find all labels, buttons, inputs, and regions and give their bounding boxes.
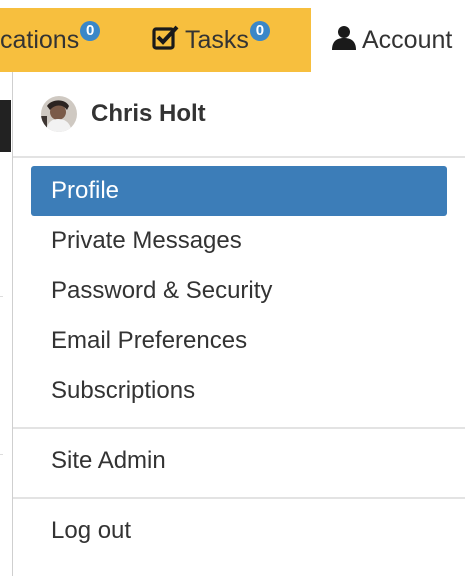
notifications-label: cations <box>0 25 80 54</box>
menu-item-subscriptions[interactable]: Subscriptions <box>31 366 447 416</box>
divider <box>13 156 465 158</box>
user-header[interactable]: Chris Holt <box>13 72 465 156</box>
user-icon <box>331 24 357 57</box>
background-divider <box>0 296 3 297</box>
user-name: Chris Holt <box>91 100 206 127</box>
menu-item-email-preferences[interactable]: Email Preferences <box>31 316 447 366</box>
menu-item-password-security[interactable]: Password & Security <box>31 266 447 316</box>
tasks-label: Tasks <box>185 25 249 54</box>
account-label: Account <box>362 25 453 54</box>
nav-account[interactable]: Account <box>311 8 465 72</box>
account-dropdown-menu: Chris Holt Profile Private Messages Pass… <box>12 72 465 576</box>
checkbox-icon <box>152 24 180 57</box>
menu-item-log-out[interactable]: Log out <box>31 506 447 556</box>
divider <box>13 497 465 499</box>
menu-item-private-messages[interactable]: Private Messages <box>31 216 447 266</box>
tasks-count-badge: 0 <box>249 21 270 41</box>
menu-item-site-admin[interactable]: Site Admin <box>31 436 447 486</box>
nav-notifications[interactable]: cations 0 <box>0 8 101 72</box>
background-divider <box>0 454 3 455</box>
background-page-edge <box>0 100 11 152</box>
menu-item-profile[interactable]: Profile <box>31 166 447 216</box>
divider <box>13 427 465 429</box>
nav-tasks[interactable]: Tasks 0 <box>152 8 270 72</box>
notifications-count-badge: 0 <box>80 21 101 41</box>
avatar <box>41 96 77 132</box>
